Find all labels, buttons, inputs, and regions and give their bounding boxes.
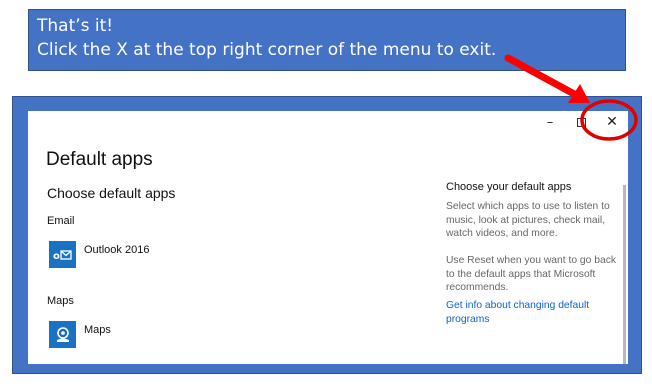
section-label-maps: Maps [47, 295, 74, 307]
minimize-button[interactable]: – [534, 111, 566, 133]
maximize-icon [576, 117, 586, 127]
svg-text:o: o [53, 251, 60, 261]
maximize-button[interactable] [565, 111, 597, 133]
page-subtitle: Choose default apps [47, 185, 176, 201]
sidebar-paragraph-2: Use Reset when you want to go back to th… [446, 255, 616, 293]
outlook-icon: o [49, 241, 76, 268]
sidebar-heading: Choose your default apps [446, 181, 572, 193]
sidebar-paragraph-1: Select which apps to use to listen to mu… [446, 201, 610, 239]
page-title: Default apps [46, 149, 153, 170]
help-link[interactable]: Get info about changing default programs [446, 299, 618, 326]
callout-line-2: Click the X at the top right corner of t… [37, 40, 497, 60]
email-app-button[interactable]: o Outlook 2016 [49, 241, 149, 268]
maps-app-button[interactable]: Maps [49, 321, 111, 348]
email-app-name: Outlook 2016 [84, 244, 150, 256]
section-label-email: Email [47, 215, 75, 227]
scrollbar[interactable] [623, 185, 626, 364]
maps-icon [49, 321, 76, 348]
instruction-callout: That’s it! Click the X at the top right … [28, 9, 626, 71]
settings-window: – ✕ Default apps Choose default apps Ema… [28, 111, 628, 364]
maps-app-name: Maps [84, 324, 111, 336]
close-button[interactable]: ✕ [596, 111, 628, 133]
callout-line-1: That’s it! [37, 16, 114, 36]
